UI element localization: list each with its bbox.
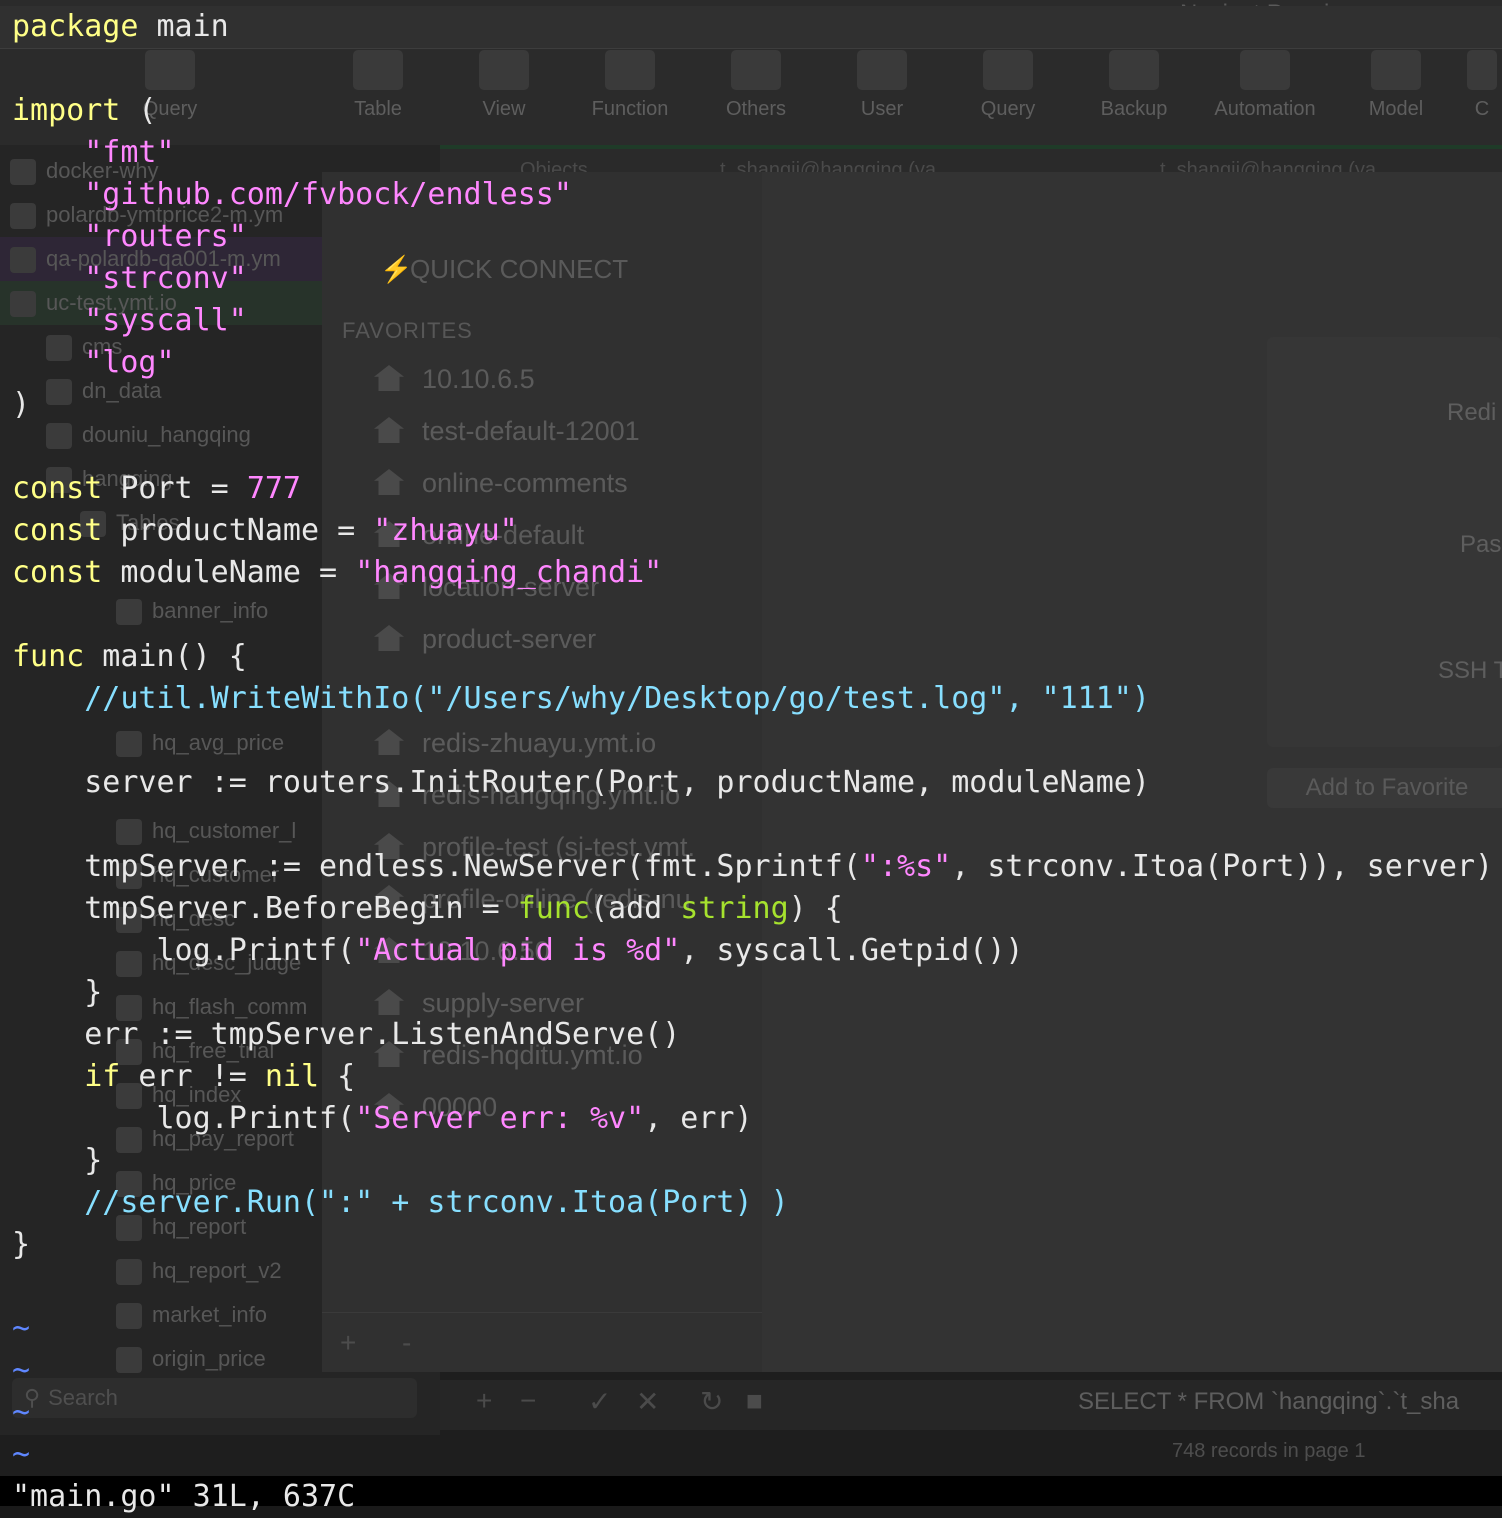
code-line: //util.WriteWithIo("/Users/why/Desktop/g… [84, 681, 1150, 716]
code-line: "log" [84, 345, 175, 380]
code-line: } [84, 1143, 103, 1178]
code-line: err := tmpServer.ListenAndServe() [84, 1017, 681, 1052]
vim-editor[interactable]: package main import ( "fmt" "github.com/… [0, 0, 1502, 1514]
code-line: server := routers.InitRouter(Port, produ… [84, 765, 1150, 800]
code-line: log.Printf("Server err: %v", err) [156, 1101, 753, 1136]
code-line: const productName = "zhuayu" [12, 513, 518, 548]
code-line: } [12, 1227, 31, 1262]
code-line: "routers" [84, 219, 247, 254]
code-line: const Port = 777 [12, 471, 301, 506]
code-line: "fmt" [84, 135, 175, 170]
code-line: if err != nil { [84, 1059, 356, 1094]
empty-line-tilde: ~ [12, 1353, 31, 1388]
code-line: log.Printf("Actual pid is %d", syscall.G… [156, 933, 1024, 968]
empty-line-tilde: ~ [12, 1437, 31, 1472]
code-line: "strconv" [84, 261, 247, 296]
code-line: } [84, 975, 103, 1010]
code-line: func main() { [12, 639, 247, 674]
code-line: const moduleName = "hangqing_chandi" [12, 555, 663, 590]
code-line: ) [12, 387, 31, 422]
code-line: import ( [12, 93, 157, 128]
code-line: tmpServer.BeforeBegin = func(add string)… [84, 891, 843, 926]
vim-status-message: "main.go" 31L, 637C [12, 1479, 356, 1514]
code-line: "github.com/fvbock/endless" [84, 177, 572, 212]
code-line: //server.Run(":" + strconv.Itoa(Port) ) [84, 1185, 789, 1220]
code-line: "syscall" [84, 303, 247, 338]
code-line: package main [12, 9, 229, 44]
empty-line-tilde: ~ [12, 1395, 31, 1430]
empty-line-tilde: ~ [12, 1311, 31, 1346]
code-line: tmpServer := endless.NewServer(fmt.Sprin… [84, 849, 1494, 884]
